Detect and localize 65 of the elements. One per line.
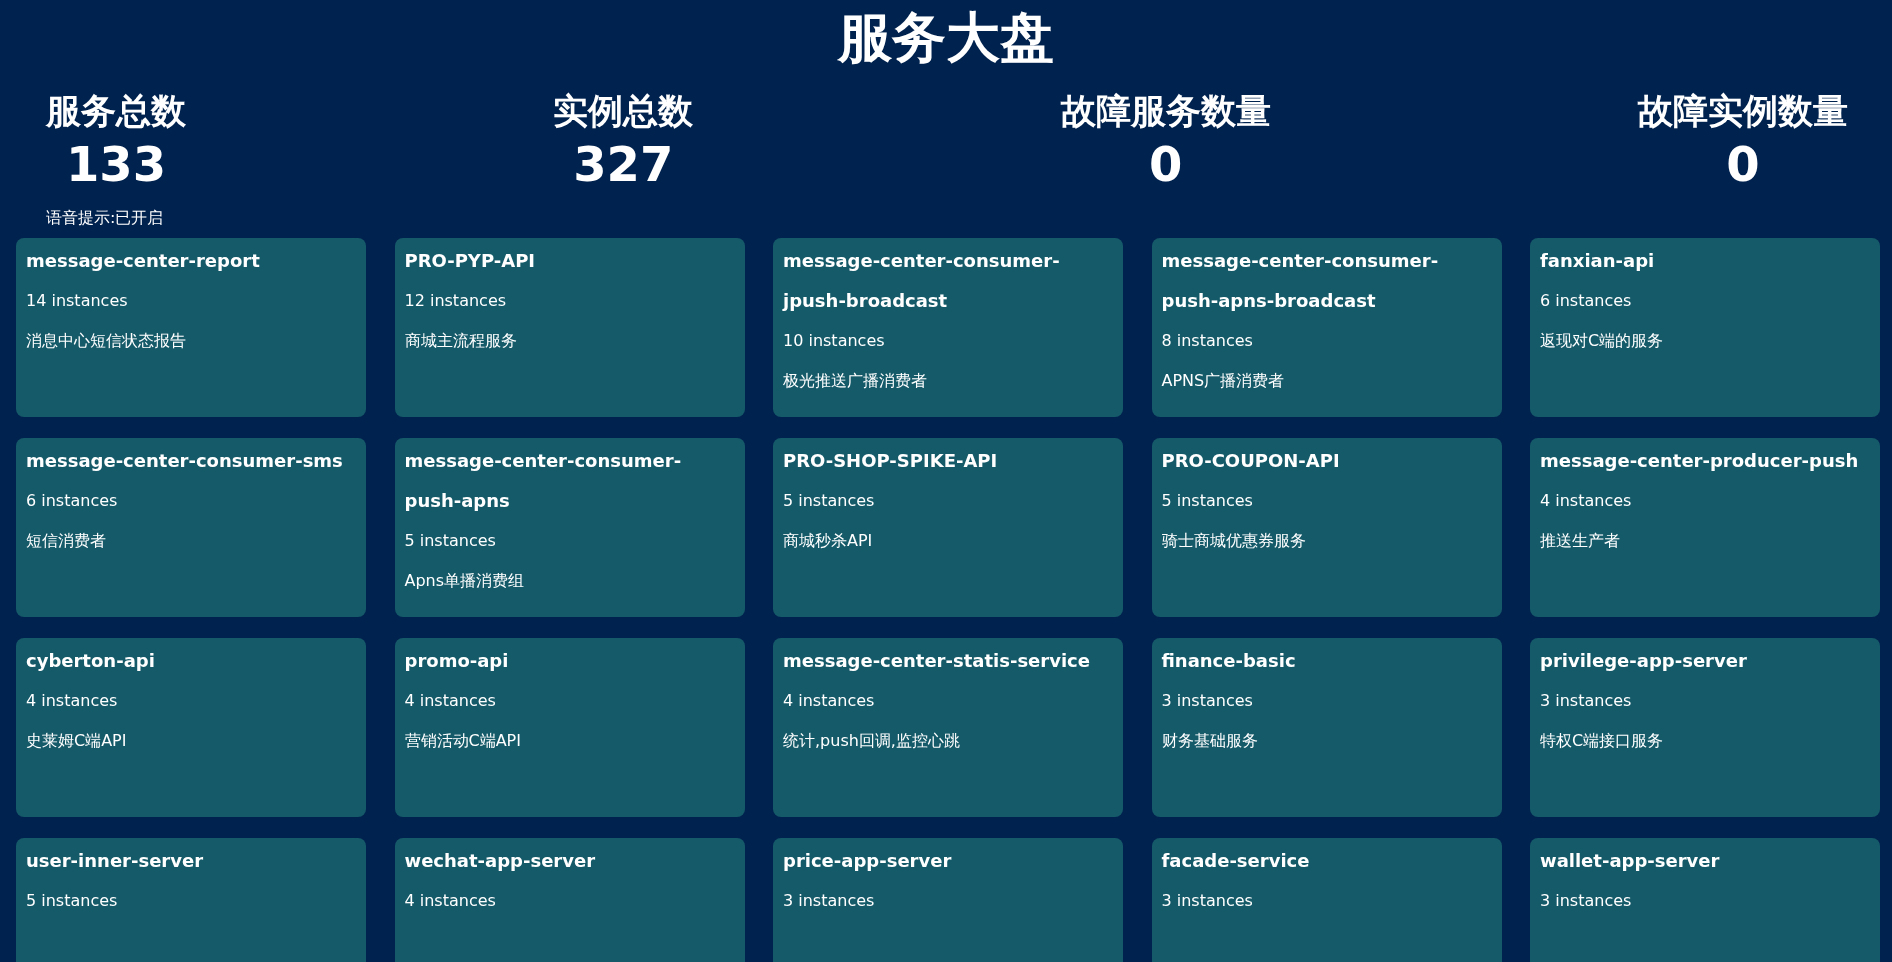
- stat-value: 0: [1726, 135, 1760, 194]
- service-description: 史莱姆C端API: [26, 730, 128, 752]
- instance-count: 5 instances: [26, 890, 119, 912]
- service-description: 极光推送广播消费者: [783, 370, 928, 392]
- service-name: message-center-statis-service: [783, 649, 1091, 673]
- instance-count: 4 instances: [783, 690, 876, 712]
- service-name: price-app-server: [783, 849, 953, 873]
- voice-hint: 语音提示:已开启: [45, 207, 165, 228]
- service-name: message-center-consumer-sms: [26, 449, 344, 473]
- instance-count: 5 instances: [783, 490, 876, 512]
- dashboard-title: 服务大盘: [836, 5, 1055, 71]
- instance-count: 5 instances: [404, 530, 497, 552]
- service-description: APNS广播消费者: [1161, 370, 1286, 392]
- stat-label: 故障实例数量: [1638, 90, 1848, 133]
- stat-value: 0: [1148, 135, 1183, 194]
- service-name: message-center-consumer-jpush-broadcast: [783, 249, 1061, 313]
- service-name: PRO-COUPON-API: [1161, 449, 1341, 473]
- instance-count: 14 instances: [26, 290, 129, 312]
- instance-count: 6 instances: [1540, 290, 1633, 312]
- instance-count: 4 instances: [1540, 490, 1633, 512]
- service-name: promo-api: [404, 649, 510, 673]
- service-name: facade-service: [1161, 849, 1311, 873]
- service-description: 短信消费者: [26, 530, 107, 552]
- instance-count: 12 instances: [404, 290, 508, 312]
- service-description: Apns单播消费组: [404, 570, 526, 592]
- service-name: wechat-app-server: [404, 849, 597, 873]
- service-name: message-center-consumer-push-apns-broadcast: [1161, 249, 1440, 313]
- instance-count: 3 instances: [1161, 690, 1254, 712]
- service-name: message-center-producer-push: [1540, 449, 1860, 473]
- stat-label: 实例总数: [553, 90, 694, 133]
- instance-count: 3 instances: [783, 890, 876, 912]
- service-name: cyberton-api: [26, 649, 156, 673]
- service-description: 财务基础服务: [1161, 730, 1259, 752]
- stat-label: 故障服务数量: [1060, 90, 1271, 133]
- service-name: user-inner-server: [26, 849, 205, 873]
- service-description: 消息中心短信状态报告: [26, 330, 187, 352]
- service-description: 商城秒杀API: [783, 530, 874, 552]
- service-name: message-center-consumer-push-apns: [404, 449, 683, 513]
- instance-count: 6 instances: [26, 490, 119, 512]
- instance-count: 5 instances: [1161, 490, 1254, 512]
- stat-value: 133: [65, 135, 167, 194]
- instance-count: 10 instances: [783, 330, 886, 352]
- service-description: 返现对C端的服务: [1540, 330, 1665, 352]
- instance-count: 4 instances: [404, 890, 497, 912]
- service-name: PRO-SHOP-SPIKE-API: [783, 449, 999, 473]
- instance-count: 4 instances: [26, 690, 119, 712]
- service-description: 统计,push回调,监控心跳: [783, 730, 961, 752]
- instance-count: 4 instances: [404, 690, 497, 712]
- service-name: wallet-app-server: [1540, 849, 1721, 873]
- service-description: 骑士商城优惠券服务: [1161, 530, 1307, 552]
- service-description: 商城主流程服务: [404, 330, 518, 352]
- stat-label: 服务总数: [46, 90, 186, 133]
- stat-value: 327: [573, 135, 674, 194]
- service-description: 特权C端接口服务: [1540, 730, 1665, 752]
- service-name: fanxian-api: [1540, 249, 1656, 273]
- service-name: message-center-report: [26, 249, 261, 273]
- service-name: finance-basic: [1161, 649, 1297, 673]
- instance-count: 3 instances: [1161, 890, 1254, 912]
- instance-count: 8 instances: [1161, 330, 1254, 352]
- service-name: PRO-PYP-API: [404, 249, 537, 273]
- instance-count: 3 instances: [1540, 890, 1633, 912]
- service-description: 营销活动C端API: [404, 730, 522, 752]
- service-description: 推送生产者: [1540, 530, 1621, 552]
- instance-count: 3 instances: [1540, 690, 1633, 712]
- service-name: privilege-app-server: [1540, 649, 1748, 673]
